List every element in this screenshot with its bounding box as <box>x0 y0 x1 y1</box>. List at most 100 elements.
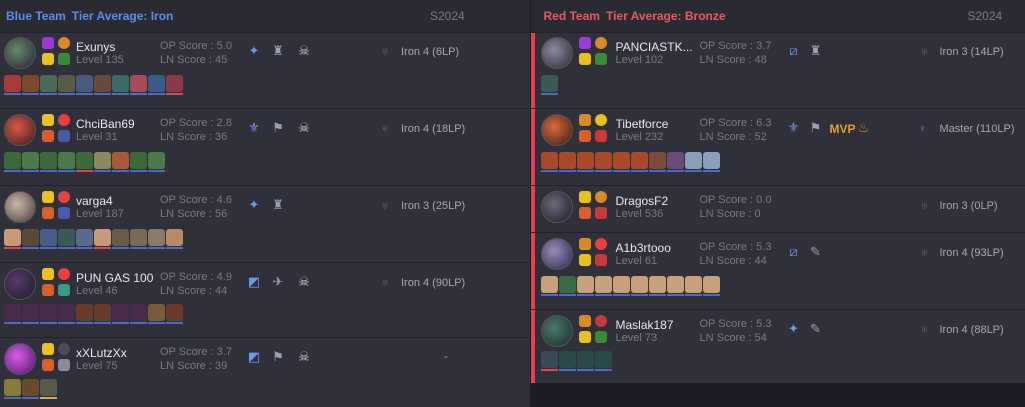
player-avatar[interactable] <box>4 191 36 223</box>
player-avatar[interactable] <box>541 114 574 146</box>
player-name[interactable]: PANCIASTK... <box>615 40 692 54</box>
champion-icon[interactable] <box>148 304 165 324</box>
champion-icon[interactable] <box>4 229 21 249</box>
champion-icon[interactable] <box>112 304 129 324</box>
champion-icon[interactable] <box>4 379 21 399</box>
champion-icon[interactable] <box>22 75 39 95</box>
champion-icon[interactable] <box>76 304 93 324</box>
champion-icon[interactable] <box>703 276 721 296</box>
champion-icon[interactable] <box>667 276 685 296</box>
champion-icon[interactable] <box>130 229 147 249</box>
champion-icon[interactable] <box>649 276 667 296</box>
player-row[interactable]: Maslak187 Level 73 OP Score : 5.3 LN Sco… <box>531 311 1025 383</box>
champion-icon[interactable] <box>40 379 57 399</box>
champion-icon[interactable] <box>94 152 111 172</box>
champion-icon[interactable] <box>613 152 631 172</box>
player-avatar[interactable] <box>4 114 36 146</box>
player-row[interactable]: PANCIASTK... Level 102 OP Score : 3.7 LN… <box>531 33 1025 109</box>
champion-icon[interactable] <box>40 229 57 249</box>
champion-icon[interactable] <box>541 351 559 371</box>
player-name[interactable]: Tibetforce <box>615 117 668 131</box>
player-avatar[interactable] <box>541 37 574 69</box>
player-row[interactable]: A1b3rtooo Level 61 OP Score : 5.3 LN Sco… <box>531 234 1025 310</box>
champion-icon[interactable] <box>541 152 559 172</box>
champion-icon[interactable] <box>595 351 613 371</box>
champion-icon[interactable] <box>76 75 93 95</box>
champion-icon[interactable] <box>577 152 595 172</box>
champion-icon[interactable] <box>112 229 129 249</box>
player-avatar[interactable] <box>541 238 574 270</box>
op-score: OP Score : 2.8 <box>160 117 232 129</box>
player-row[interactable]: Exunys Level 135 OP Score : 5.0 LN Score… <box>0 33 531 109</box>
player-avatar[interactable] <box>4 343 36 375</box>
champion-icon[interactable] <box>595 276 613 296</box>
champion-icon[interactable] <box>58 304 75 324</box>
player-name[interactable]: xXLutzXx <box>76 346 127 360</box>
champion-icon[interactable] <box>685 152 703 172</box>
player-name[interactable]: A1b3rtooo <box>615 241 670 255</box>
champion-icon[interactable] <box>631 276 649 296</box>
champion-icon[interactable] <box>4 75 21 95</box>
player-name[interactable]: ChciBan69 <box>76 117 135 131</box>
champion-icon[interactable] <box>40 304 57 324</box>
champion-icon[interactable] <box>112 75 129 95</box>
champion-icon[interactable] <box>649 152 667 172</box>
champion-icon[interactable] <box>112 152 129 172</box>
champion-icon[interactable] <box>577 276 595 296</box>
champion-icon[interactable] <box>577 351 595 371</box>
champion-icon[interactable] <box>130 304 147 324</box>
champion-icon[interactable] <box>94 229 111 249</box>
champion-icon[interactable] <box>94 304 111 324</box>
champion-icon[interactable] <box>40 75 57 95</box>
champion-icon[interactable] <box>94 75 111 95</box>
champion-icon[interactable] <box>130 75 147 95</box>
champion-icon[interactable] <box>559 351 577 371</box>
player-avatar[interactable] <box>541 315 574 347</box>
champion-icon[interactable] <box>166 75 183 95</box>
champion-icon[interactable] <box>559 276 577 296</box>
champion-icon[interactable] <box>703 152 721 172</box>
champion-icon[interactable] <box>613 276 631 296</box>
champion-icon[interactable] <box>148 229 165 249</box>
champion-icon[interactable] <box>631 152 649 172</box>
player-row[interactable]: xXLutzXx Level 75 OP Score : 3.7 LN Scor… <box>0 339 530 407</box>
player-name[interactable]: Exunys <box>76 40 115 54</box>
champion-icon[interactable] <box>22 229 39 249</box>
champion-icon[interactable] <box>76 229 93 249</box>
player-row[interactable]: varga4 Level 187 OP Score : 4.6 LN Score… <box>0 187 531 263</box>
player-avatar[interactable] <box>541 191 574 223</box>
champion-icon[interactable] <box>148 75 165 95</box>
player-row[interactable]: ChciBan69 Level 31 OP Score : 2.8 LN Sco… <box>0 110 531 186</box>
champion-icon[interactable] <box>166 229 183 249</box>
champion-icon[interactable] <box>667 152 685 172</box>
champion-icon[interactable] <box>4 304 21 324</box>
player-name[interactable]: PUN GAS 100 <box>76 271 153 285</box>
champion-icon[interactable] <box>148 152 165 172</box>
champion-icon[interactable] <box>541 75 559 95</box>
champion-icon[interactable] <box>130 152 147 172</box>
player-avatar[interactable] <box>4 268 36 300</box>
champion-icon[interactable] <box>22 152 39 172</box>
skull-icon: ☠ <box>298 43 310 58</box>
champion-icon[interactable] <box>40 152 57 172</box>
champion-icon[interactable] <box>58 75 75 95</box>
player-row[interactable]: PUN GAS 100 Level 46 OP Score : 4.9 LN S… <box>0 264 531 338</box>
summoner-spell-icon <box>579 53 592 65</box>
champion-icon[interactable] <box>58 152 75 172</box>
player-name[interactable]: varga4 <box>76 194 113 208</box>
player-row[interactable]: Tibetforce Level 232 OP Score : 6.3 LN S… <box>531 110 1025 186</box>
player-name[interactable]: DragosF2 <box>615 194 668 208</box>
champion-icon[interactable] <box>4 152 21 172</box>
player-row[interactable]: DragosF2 Level 536 OP Score : 0.0 LN Sco… <box>531 187 1025 233</box>
champion-icon[interactable] <box>541 276 559 296</box>
champion-icon[interactable] <box>685 276 703 296</box>
champion-icon[interactable] <box>559 152 577 172</box>
champion-icon[interactable] <box>595 152 613 172</box>
champion-icon[interactable] <box>22 304 39 324</box>
player-avatar[interactable] <box>4 37 36 69</box>
player-name[interactable]: Maslak187 <box>615 318 673 332</box>
champion-icon[interactable] <box>76 152 93 172</box>
champion-icon[interactable] <box>22 379 39 399</box>
champion-icon[interactable] <box>58 229 75 249</box>
champion-icon[interactable] <box>166 304 183 324</box>
